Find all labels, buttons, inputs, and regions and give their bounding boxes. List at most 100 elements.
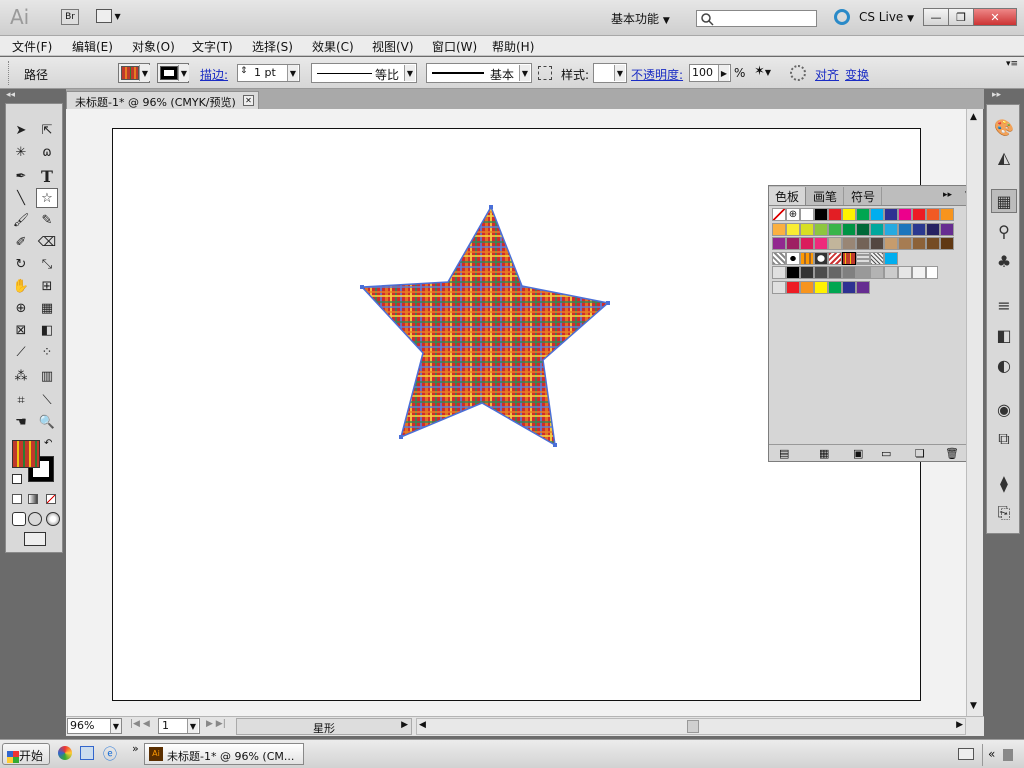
screen-mode-icon[interactable] [24,532,46,546]
pencil-tool-icon[interactable]: ✎ [36,210,58,230]
default-colors-icon[interactable] [12,474,22,484]
color-swatch[interactable] [800,280,814,294]
zoom-field[interactable]: 96% ▼ [67,718,122,734]
color-swatch[interactable] [786,222,800,236]
color-swatch[interactable] [884,266,898,279]
new-color-group-icon[interactable]: ▭ [881,447,891,460]
tab-symbols[interactable]: 符号 [845,187,883,205]
stroke-swatch-dropdown[interactable]: ▼ [157,63,189,83]
color-swatch[interactable] [870,237,884,250]
scroll-up-icon[interactable]: ▲ [970,112,977,122]
menu-window[interactable]: 窗口(W) [432,38,477,55]
symbols-panel-icon[interactable]: ♣ [991,249,1017,273]
pattern-swatch[interactable] [786,251,800,265]
color-swatch[interactable] [898,222,912,236]
artboard-navigation-field[interactable]: 1 ▼ [158,718,200,734]
column-graph-tool-icon[interactable]: ▥ [36,366,58,386]
pattern-swatch[interactable] [814,251,828,265]
menu-effect[interactable]: 效果(C) [312,38,354,55]
color-swatch[interactable] [786,237,800,250]
chrome-icon[interactable] [58,746,72,760]
minimize-button[interactable]: — [923,8,949,26]
mesh-tool-icon[interactable]: ⊠ [10,320,32,340]
color-guide-icon[interactable]: ◭ [991,145,1017,169]
tab-brushes[interactable]: 画笔 [807,187,845,205]
draw-inside-icon[interactable] [46,512,60,526]
lasso-tool-icon[interactable]: ɷ [36,142,58,162]
perspective-grid-tool-icon[interactable]: ▦ [36,298,58,318]
scroll-down-icon[interactable]: ▼ [970,701,977,711]
color-swatch[interactable] [912,266,926,279]
stroke-link[interactable]: 描边: [200,66,228,83]
color-swatch[interactable] [772,222,786,236]
grip-handle[interactable] [8,61,12,85]
color-group-folder-icon[interactable] [772,266,786,279]
color-swatch[interactable] [828,208,842,221]
pen-tool-icon[interactable]: ✒ [10,166,32,186]
color-swatch[interactable] [898,237,912,250]
volume-icon[interactable] [1003,748,1014,761]
color-swatch[interactable] [884,222,898,236]
color-swatch[interactable] [856,280,870,294]
opacity-link[interactable]: 不透明度: [631,66,683,83]
type-tool-icon[interactable]: T [36,166,58,186]
hand-tool-icon[interactable]: ☚ [10,412,32,432]
fill-color-box[interactable] [12,440,40,468]
color-swatch[interactable] [842,208,856,221]
delete-swatch-icon[interactable]: 🗑 [945,447,959,460]
fill-swatch-dropdown[interactable]: ▼ [118,63,150,83]
color-swatch[interactable] [800,237,814,250]
color-mode-icon[interactable] [12,494,22,504]
color-swatch[interactable] [814,266,828,279]
plaid-star[interactable] [350,195,620,455]
menu-help[interactable]: 帮助(H) [492,38,534,55]
color-swatch[interactable] [856,266,870,279]
workspace-switcher[interactable]: 基本功能 ▼ [611,10,670,27]
arrange-documents-button[interactable]: ▼ [96,9,130,25]
keyboard-icon[interactable] [958,748,974,760]
graphic-style-dropdown[interactable]: ▼ [593,63,627,83]
close-tab-icon[interactable]: ✕ [243,95,254,106]
expand-dock-icon[interactable]: ▸▸ [992,90,1001,100]
pattern-swatch[interactable] [800,251,814,265]
recolor-artwork-button[interactable]: ✶▼ [754,64,780,82]
gradient-tool-icon[interactable]: ◧ [36,320,58,340]
graphic-style-icon[interactable] [538,66,552,80]
graphic-styles-icon[interactable]: ⧉ [991,427,1017,451]
artboards-panel-icon[interactable]: ⎘ [991,501,1017,525]
menu-edit[interactable]: 编辑(E) [72,38,113,55]
color-swatch[interactable] [842,222,856,236]
vertical-scrollbar[interactable]: ▲ ▼ [966,109,983,716]
blend-tool-icon[interactable]: ⁘ [36,342,58,362]
transform-link[interactable]: 变换 [845,66,869,83]
stroke-panel-icon[interactable]: ≡ [991,293,1017,317]
rotate-tool-icon[interactable]: ↻ [10,254,32,274]
color-swatch[interactable] [842,266,856,279]
gradient-mode-icon[interactable] [28,494,38,504]
swatch-library-icon[interactable]: ▤ [779,447,789,460]
scroll-right-icon[interactable]: ▶ [956,720,963,730]
line-tool-icon[interactable]: ╲ [10,188,32,208]
color-swatch[interactable] [800,208,814,221]
scroll-thumb[interactable] [687,720,699,733]
color-swatch[interactable] [814,237,828,250]
color-swatch[interactable] [912,237,926,250]
swatch-none[interactable] [772,208,786,221]
color-swatch[interactable] [884,251,898,265]
new-swatch-icon[interactable]: ❏ [915,447,925,460]
color-swatch[interactable] [814,280,828,294]
slice-tool-icon[interactable]: ⟍ [36,390,58,410]
horizontal-scrollbar[interactable]: ◀ ▶ [416,718,966,735]
color-swatch[interactable] [828,237,842,250]
swatch-options-icon[interactable]: ▣ [853,447,863,460]
layers-panel-icon[interactable]: ⧫ [991,471,1017,495]
swap-fill-stroke-icon[interactable]: ↶ [44,438,52,449]
star-tool-icon[interactable]: ☆ [36,188,58,208]
search-input[interactable] [696,10,817,27]
color-swatch[interactable] [814,208,828,221]
status-tool-display[interactable]: 星形 ▶ [236,718,412,735]
color-swatch[interactable] [926,222,940,236]
free-transform-tool-icon[interactable]: ⊞ [36,276,58,296]
color-swatch[interactable] [912,222,926,236]
brush-definition[interactable]: 基本 ▼ [426,63,532,83]
